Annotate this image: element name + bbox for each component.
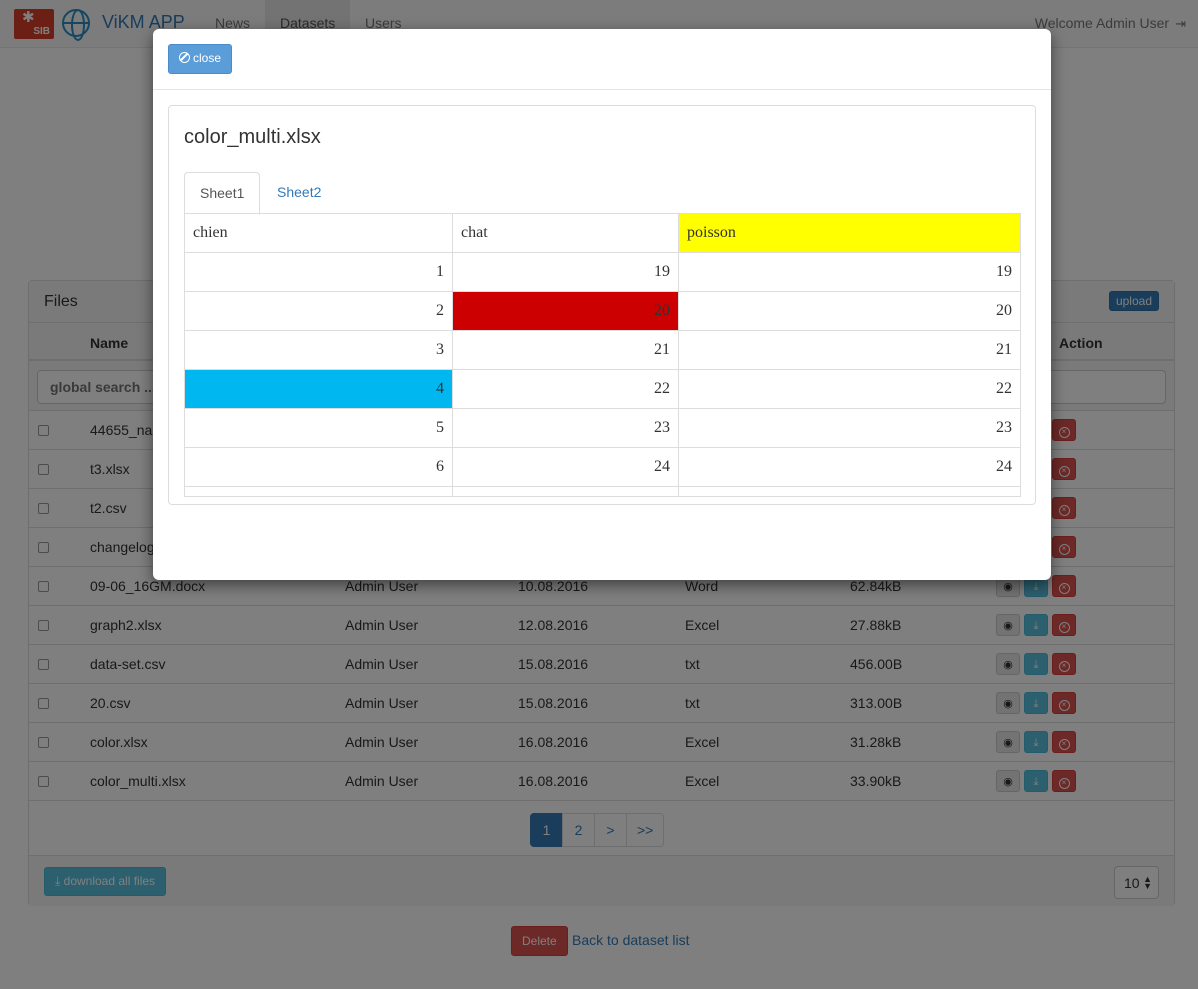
sheet-cell: 20 bbox=[452, 291, 679, 331]
file-preview-modal: close color_multi.xlsx Sheet1 Sheet2 chi… bbox=[153, 29, 1051, 580]
sheet-cell: 21 bbox=[452, 330, 679, 370]
sheet-cell: 21 bbox=[678, 330, 1021, 370]
sheet-cell bbox=[452, 486, 679, 497]
sheet-cell: 4 bbox=[184, 369, 453, 409]
tab-sheet1[interactable]: Sheet1 bbox=[184, 172, 261, 215]
sheet-cell: 1 bbox=[184, 252, 453, 292]
tab-sheet2[interactable]: Sheet2 bbox=[262, 172, 336, 214]
close-label: close bbox=[193, 51, 222, 65]
sheet-row: 3 21 21 bbox=[184, 330, 1021, 370]
sheet-cell: 22 bbox=[452, 369, 679, 409]
sheet-row: 6 24 24 bbox=[184, 447, 1021, 487]
sheet-cell: 5 bbox=[184, 408, 453, 448]
sheet-cell bbox=[678, 486, 1021, 497]
ban-icon bbox=[179, 52, 190, 63]
sheet-row-partial bbox=[184, 486, 1021, 497]
sheet-cell: 19 bbox=[678, 252, 1021, 292]
sheet-row: 2 20 20 bbox=[184, 291, 1021, 331]
close-button[interactable]: close bbox=[168, 44, 233, 74]
sheet-row: 1 19 19 bbox=[184, 252, 1021, 292]
sheet-tabs: Sheet1 Sheet2 bbox=[184, 172, 1020, 215]
sheet-cell: 23 bbox=[678, 408, 1021, 448]
sheet-cell: 24 bbox=[452, 447, 679, 487]
sheet-cell: 2 bbox=[184, 291, 453, 331]
sheet-cell: 24 bbox=[678, 447, 1021, 487]
modal-header: close bbox=[153, 29, 1051, 90]
sheet-cell: 19 bbox=[452, 252, 679, 292]
sheet-row: 5 23 23 bbox=[184, 408, 1021, 448]
sheet-preview-panel: color_multi.xlsx Sheet1 Sheet2 chien chat… bbox=[168, 105, 1036, 505]
sheet-cell: 3 bbox=[184, 330, 453, 370]
sheet-row: 4 22 22 bbox=[184, 369, 1021, 409]
file-title: color_multi.xlsx bbox=[184, 126, 321, 148]
sheet-header-cell: chat bbox=[452, 213, 679, 253]
sheet-cell: 23 bbox=[452, 408, 679, 448]
sheet-cell: 6 bbox=[184, 447, 453, 487]
sheet-header-cell: chien bbox=[184, 213, 453, 253]
sheet-cell: 22 bbox=[678, 369, 1021, 409]
sheet-cell: 20 bbox=[678, 291, 1021, 331]
sheet-header-row: chien chat poisson bbox=[184, 213, 1021, 253]
sheet-table: chien chat poisson 1 19 19 2 20 20 3 21 21 4 22 22 5 23 2… bbox=[184, 213, 1021, 497]
sheet-header-cell: poisson bbox=[678, 213, 1021, 253]
sheet-cell bbox=[184, 486, 453, 497]
